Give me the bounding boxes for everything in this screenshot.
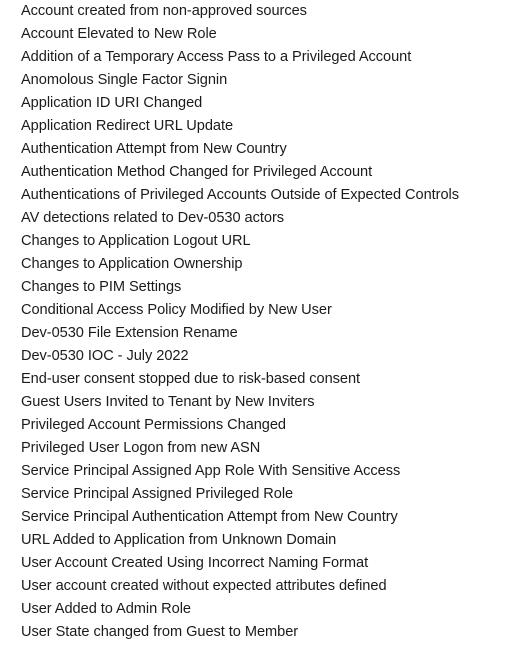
list-item: Changes to PIM Settings [21, 279, 182, 295]
list-item: Account created from non-approved source… [21, 3, 307, 19]
list-item: Authentications of Privileged Accounts O… [21, 187, 459, 203]
list-item: Account Elevated to New Role [21, 26, 217, 42]
list-item: Conditional Access Policy Modified by Ne… [21, 302, 332, 318]
list-item: AV detections related to Dev-0530 actors [21, 210, 284, 226]
document-page: Account created from non-approved source… [0, 0, 512, 656]
list-item: Changes to Application Ownership [21, 256, 243, 272]
list-item: Anomolous Single Factor Signin [21, 72, 228, 88]
list-item: User account created without expected at… [21, 578, 387, 594]
list-item: URL Added to Application from Unknown Do… [21, 532, 337, 548]
list-item: Authentication Method Changed for Privil… [21, 164, 373, 180]
list-item: Dev-0530 File Extension Rename [21, 325, 238, 341]
analytics-rule-list: Account created from non-approved source… [0, 0, 512, 644]
list-item: User State changed from Guest to Member [21, 624, 299, 640]
list-item: Application ID URI Changed [21, 95, 203, 111]
list-item: User Added to Admin Role [21, 601, 191, 617]
list-item: Privileged Account Permissions Changed [21, 417, 286, 433]
list-item: Changes to Application Logout URL [21, 233, 251, 249]
list-item: Service Principal Authentication Attempt… [21, 509, 398, 525]
list-item: Application Redirect URL Update [21, 118, 234, 134]
list-item: Authentication Attempt from New Country [21, 141, 287, 157]
list-item: Service Principal Assigned App Role With… [21, 463, 401, 479]
list-item: Guest Users Invited to Tenant by New Inv… [21, 394, 315, 410]
list-item: Addition of a Temporary Access Pass to a… [21, 49, 412, 65]
list-item: End-user consent stopped due to risk-bas… [21, 371, 361, 387]
list-item: Dev-0530 IOC - July 2022 [21, 348, 189, 364]
list-item: Service Principal Assigned Privileged Ro… [21, 486, 294, 502]
list-item: User Account Created Using Incorrect Nam… [21, 555, 369, 571]
list-item: Privileged User Logon from new ASN [21, 440, 261, 456]
